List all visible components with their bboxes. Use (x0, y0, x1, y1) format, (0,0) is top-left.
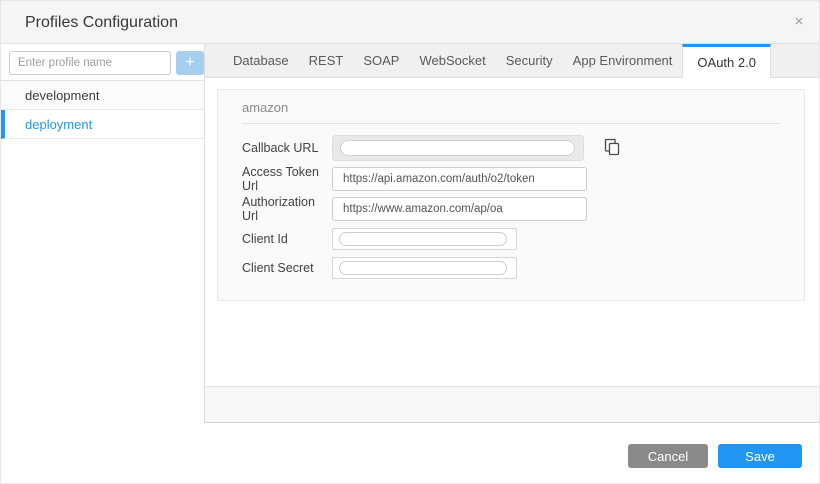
copy-icon[interactable] (602, 138, 622, 158)
sidebar-item-deployment[interactable]: deployment (1, 110, 204, 139)
tab-app-environment[interactable]: App Environment (563, 44, 683, 77)
section-divider (242, 123, 780, 124)
profiles-configuration-dialog: Profiles Configuration × + development d… (0, 0, 820, 484)
profile-add-row: + (1, 44, 204, 81)
profile-name-input[interactable] (9, 51, 171, 75)
authorization-url-row: Authorization Url (218, 197, 804, 221)
dialog-header: Profiles Configuration × (1, 1, 820, 44)
save-button[interactable]: Save (718, 444, 802, 468)
access-token-url-row: Access Token Url (218, 167, 804, 191)
tab-security[interactable]: Security (496, 44, 563, 77)
access-token-url-label: Access Token Url (242, 165, 332, 193)
close-icon[interactable]: × (789, 12, 809, 32)
authorization-url-input[interactable] (332, 197, 587, 221)
client-secret-row: Client Secret (218, 257, 804, 279)
callback-url-label: Callback URL (242, 141, 332, 155)
authorization-url-label: Authorization Url (242, 195, 332, 223)
amazon-oauth-panel: amazon Callback URL Access Token Url (217, 89, 805, 301)
redacted-value (339, 261, 507, 275)
dialog-title: Profiles Configuration (25, 1, 178, 44)
client-id-field[interactable] (332, 228, 517, 250)
tab-soap[interactable]: SOAP (353, 44, 409, 77)
section-title: amazon (242, 100, 780, 118)
tab-oauth-2-0[interactable]: OAuth 2.0 (682, 44, 771, 78)
client-secret-field[interactable] (332, 257, 517, 279)
profile-tabbar: Database REST SOAP WebSocket Security Ap… (205, 44, 820, 78)
client-secret-label: Client Secret (242, 261, 332, 275)
client-id-row: Client Id (218, 228, 804, 250)
callback-url-row: Callback URL (218, 135, 804, 161)
sidebar-item-development[interactable]: development (1, 81, 204, 110)
redacted-value (340, 140, 575, 156)
tab-websocket[interactable]: WebSocket (409, 44, 495, 77)
content-footer-strip (205, 386, 820, 423)
access-token-url-input[interactable] (332, 167, 587, 191)
tab-rest[interactable]: REST (299, 44, 354, 77)
callback-url-field (332, 135, 584, 161)
redacted-value (339, 232, 507, 246)
profiles-sidebar: + development deployment (1, 44, 205, 423)
cancel-button[interactable]: Cancel (628, 444, 708, 468)
tab-database[interactable]: Database (223, 44, 299, 77)
add-profile-button[interactable]: + (176, 51, 204, 75)
client-id-label: Client Id (242, 232, 332, 246)
